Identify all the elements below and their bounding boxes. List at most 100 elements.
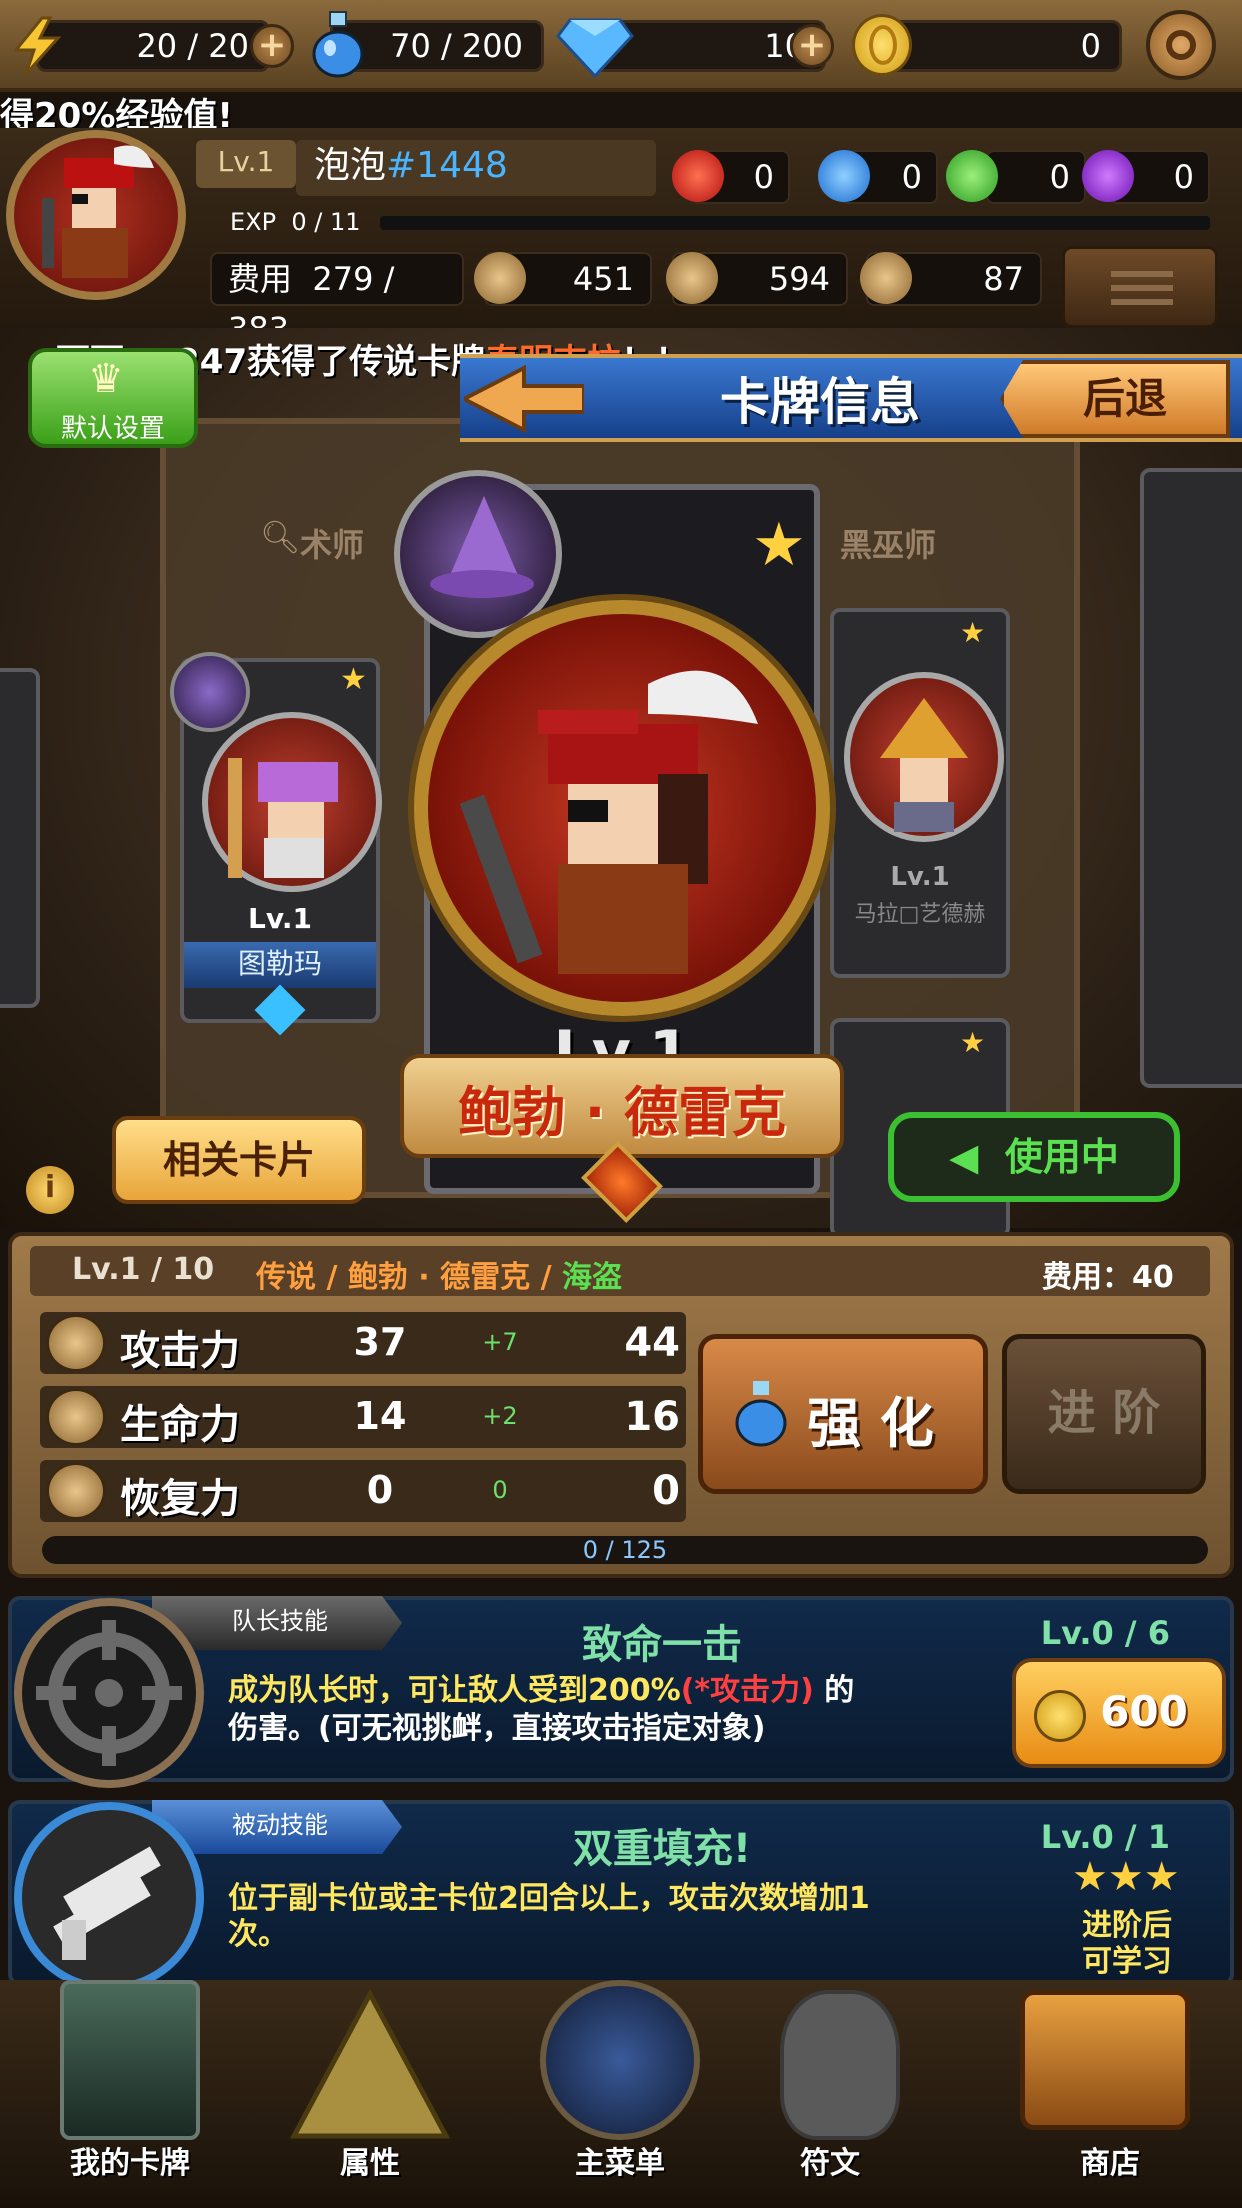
hp-row: 生命力 14 +2 16 [40, 1386, 686, 1448]
exp-label: EXP 0 / 11 [230, 208, 361, 236]
coin-icon [852, 14, 912, 76]
player-level-badge: Lv.1 [196, 140, 296, 188]
card-left[interactable]: ★ Lv.1 图勒玛 [170, 652, 382, 1036]
in-use-button[interactable]: ◀ 使用中 [888, 1112, 1180, 1202]
tab-warlock-label[interactable]: 黑巫师 [840, 520, 936, 566]
hamburger-icon[interactable] [1062, 246, 1218, 328]
attack-row: 攻击力 37 +7 44 [40, 1312, 686, 1374]
nav-label: 符文 [800, 2146, 860, 2181]
stat-label: 恢复力 [120, 1476, 240, 1522]
diamond-icon [556, 14, 634, 79]
emblem-icon [540, 1980, 700, 2140]
profile-panel: Lv.1 泡泡#1448 EXP 0 / 11 0 0 0 0 费用 279 /… [0, 128, 1242, 348]
enhance-progress-bar: 0 / 125 [42, 1536, 1208, 1564]
learn-skill-button[interactable]: 600 [1012, 1658, 1226, 1768]
enhance-button[interactable]: 强 化 [698, 1334, 988, 1494]
heal-row: 恢复力 0 0 0 [40, 1460, 686, 1522]
advance-button[interactable]: 进 阶 [1002, 1334, 1206, 1494]
wood-gem-icon [946, 150, 998, 202]
main-card-portrait [414, 600, 830, 1016]
rune-stone-icon [780, 1990, 900, 2140]
name-ribbon: 鲍勃 · 德雷克 [400, 1054, 844, 1158]
stat-bonus: +7 [482, 1328, 518, 1356]
nav-label: 主菜单 [575, 2146, 665, 2181]
cost-stat: 费用 279 / 383 [210, 252, 464, 348]
three-star-icon: ★★★ [1072, 1854, 1180, 1900]
leader-skill-level: Lv.0 / 6 [1040, 1614, 1170, 1652]
nav-my-cards[interactable]: 我的卡牌 [20, 1980, 240, 2208]
card-level: Lv.1 [248, 902, 312, 935]
wood-gem-count: 0 [986, 150, 1086, 204]
passive-skill-title: 双重填充! [572, 1826, 752, 1872]
back-button[interactable]: 后退 [1000, 360, 1230, 438]
gear-icon[interactable] [1146, 10, 1216, 80]
card-rarity: 传说 / 鲍勃 · 德雷克 / 海盗 [256, 1260, 622, 1295]
nav-main-menu[interactable]: 主菜单 [510, 1980, 730, 2208]
cross-icon [860, 252, 912, 304]
stat-bonus: +2 [482, 1402, 518, 1430]
stat-bonus: 0 [492, 1476, 508, 1504]
card-level: Lv.1 [890, 862, 950, 892]
card-far-right[interactable] [1140, 468, 1242, 1088]
heart-icon [666, 252, 718, 304]
swords-icon [46, 1314, 106, 1372]
tab-mage-label: 术师 [300, 526, 365, 564]
stat-total: 44 [624, 1320, 680, 1366]
energy-counter: 20 / 20 [36, 20, 270, 72]
enhance-label: 强 化 [807, 1392, 934, 1455]
bottom-navigation: 我的卡牌 属性 主菜单 符文 商店 [0, 1980, 1242, 2208]
default-settings-label: 默认设置 [60, 414, 165, 444]
swords-icon [474, 252, 526, 304]
star-icon: ★ [752, 510, 806, 580]
default-settings-button[interactable]: ♛ 默认设置 [28, 348, 198, 448]
triangle-icon [289, 1988, 451, 2140]
related-cards-button[interactable]: 相关卡片 [112, 1116, 366, 1204]
passive-skill-desc-1: 位于副卡位或主卡位2回合以上，攻击次数增加1 [228, 1881, 870, 1916]
tab-mage[interactable]: 🔍︎ [260, 518, 301, 556]
fire-gem-icon [672, 150, 724, 202]
passive-skill-panel: 被动技能 双重填充! Lv.0 / 1 位于副卡位或主卡位2回合以上，攻击次数增… [8, 1800, 1234, 1992]
lightning-icon [8, 16, 66, 76]
stat-base: 14 [353, 1394, 407, 1438]
main-card-name: 鲍勃 · 德雷克 [457, 1081, 787, 1144]
stat-total: 16 [624, 1394, 680, 1440]
avatar[interactable] [6, 130, 186, 300]
star-icon: ★ [960, 616, 986, 649]
passive-skill-level: Lv.0 / 1 [1040, 1818, 1170, 1856]
card-name: 图勒玛 [184, 942, 376, 988]
add-energy-button[interactable]: + [250, 24, 294, 68]
card-far-left[interactable] [0, 668, 40, 1008]
page-title: 卡牌信息 [720, 373, 920, 431]
stat-base: 0 [366, 1468, 394, 1512]
exp-bar [380, 216, 1210, 230]
card-deck-icon [60, 1980, 200, 2140]
card-portrait [844, 672, 1004, 842]
card-cost: 费用：40 [1042, 1260, 1174, 1295]
potion-icon [308, 8, 368, 80]
enhance-progress-label: 0 / 125 [582, 1536, 668, 1564]
stat-base: 37 [353, 1320, 407, 1364]
add-diamond-button[interactable]: + [790, 24, 834, 68]
nav-shop[interactable]: 商店 [1000, 1980, 1220, 2208]
nav-label: 我的卡牌 [70, 2146, 190, 2181]
double-gun-icon [14, 1802, 204, 1992]
passive-skill-desc-2: 次。 [228, 1917, 288, 1952]
water-gem-icon [818, 150, 870, 202]
star-icon: ★ [960, 1026, 986, 1059]
nav-label: 商店 [1080, 2146, 1140, 2181]
crosshair-icon [14, 1598, 204, 1788]
card-level-progress: Lv.1 / 10 [72, 1252, 215, 1287]
wizard-hat-icon [394, 470, 562, 638]
treasure-chest-icon [1020, 1990, 1190, 2130]
card-name: 马拉□艺德赫 [854, 902, 986, 927]
player-name: 泡泡#1448 [296, 140, 656, 196]
back-arrow-icon[interactable] [459, 364, 586, 434]
nav-runes[interactable]: 符文 [720, 1980, 940, 2208]
nav-attributes[interactable]: 属性 [260, 1980, 480, 2208]
card-right[interactable]: ★ Lv.1 马拉□艺德赫 [830, 608, 1010, 978]
info-icon[interactable]: i [26, 1166, 74, 1214]
leader-skill-desc-2: 伤害。(可无视挑衅，直接攻击指定对象) [228, 1711, 766, 1746]
card-portrait [202, 712, 382, 892]
stat-label: 生命力 [120, 1402, 240, 1448]
passive-skill-requirement-2: 可学习 [1082, 1944, 1172, 1979]
